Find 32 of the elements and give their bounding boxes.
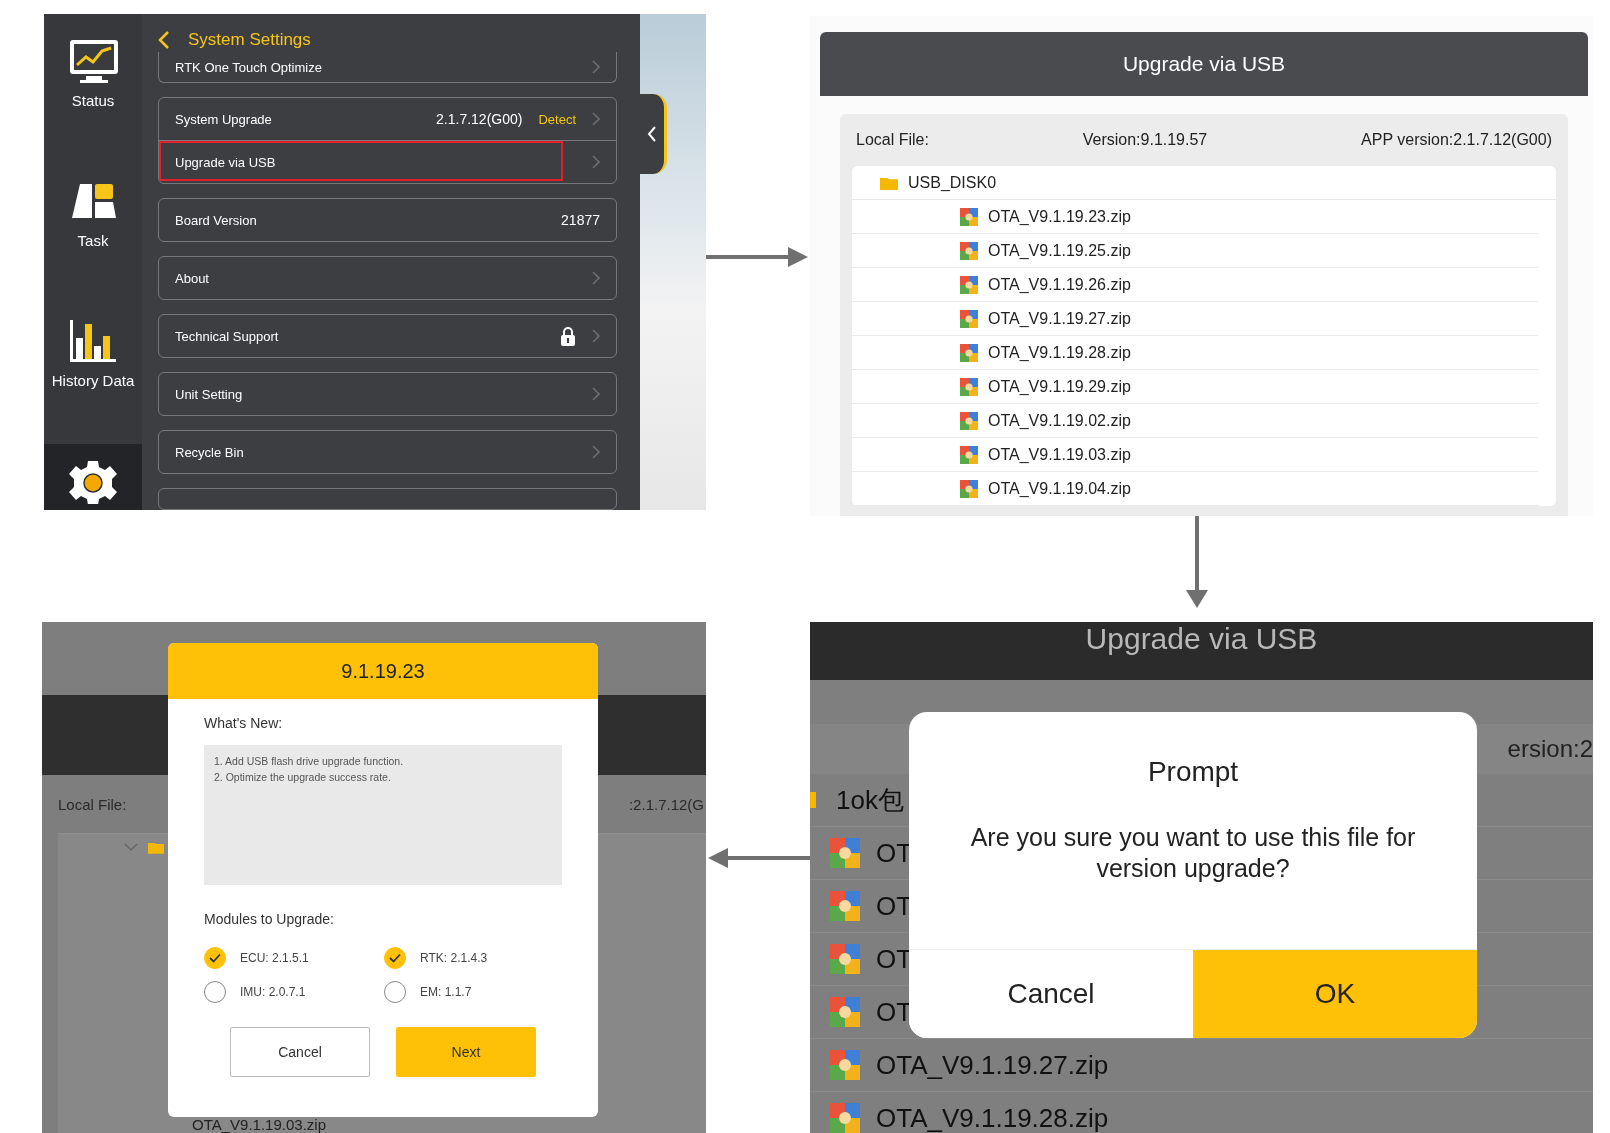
folder-name: 1ok包 [836, 783, 904, 817]
module-label: ECU: 2.1.5.1 [240, 951, 309, 965]
local-file-label: Local File: [856, 131, 929, 149]
file-name: OTA_V9.1.19.03.zip [192, 1116, 326, 1133]
dialog-message: Are you sure you want to use this file for version upgrade? [969, 822, 1417, 884]
module-label: RTK: 2.1.4.3 [420, 951, 488, 965]
app-version-text: APP version:2.1.7.12(G00) [1361, 131, 1552, 149]
title-bar: Upgrade via USB [810, 622, 1593, 680]
release-note: 2. Optimize the upgrade success rate. [214, 770, 392, 785]
row-label: System Upgrade [175, 111, 272, 127]
row-label: RTK One Touch Optimize [175, 59, 322, 75]
section-label: What's New: [204, 715, 284, 731]
release-note: 1. Add USB flash drive upgrade function. [214, 754, 405, 769]
local-file-label: Local File: [58, 795, 127, 813]
row-value: 21877 [561, 212, 600, 228]
row-label: Unit Setting [175, 386, 243, 402]
screen-title: System Settings [188, 30, 311, 50]
title-bar: Upgrade via USB [820, 32, 1588, 96]
row-label: About [175, 270, 209, 286]
app-version-text: :2.1.7.12(G [628, 795, 704, 813]
row-label: Board Version [175, 212, 257, 228]
row-label: Recycle Bin [175, 444, 244, 460]
module-label: IMU: 2.0.7.1 [240, 985, 306, 999]
module-label: EM: 1.1.7 [420, 985, 472, 999]
row-label: Technical Support [175, 328, 279, 344]
version-text: Version:9.1.19.57 [1082, 131, 1208, 149]
app-version-text: ersion:2 [1507, 735, 1593, 763]
row-label: Upgrade via USB [175, 154, 276, 170]
section-label: Modules to Upgrade: [204, 911, 335, 927]
row-value: 2.1.7.12(G00) [436, 111, 523, 127]
dialog-header: 9.1.19.23 [168, 643, 598, 699]
dialog-title: Prompt [1146, 756, 1240, 788]
